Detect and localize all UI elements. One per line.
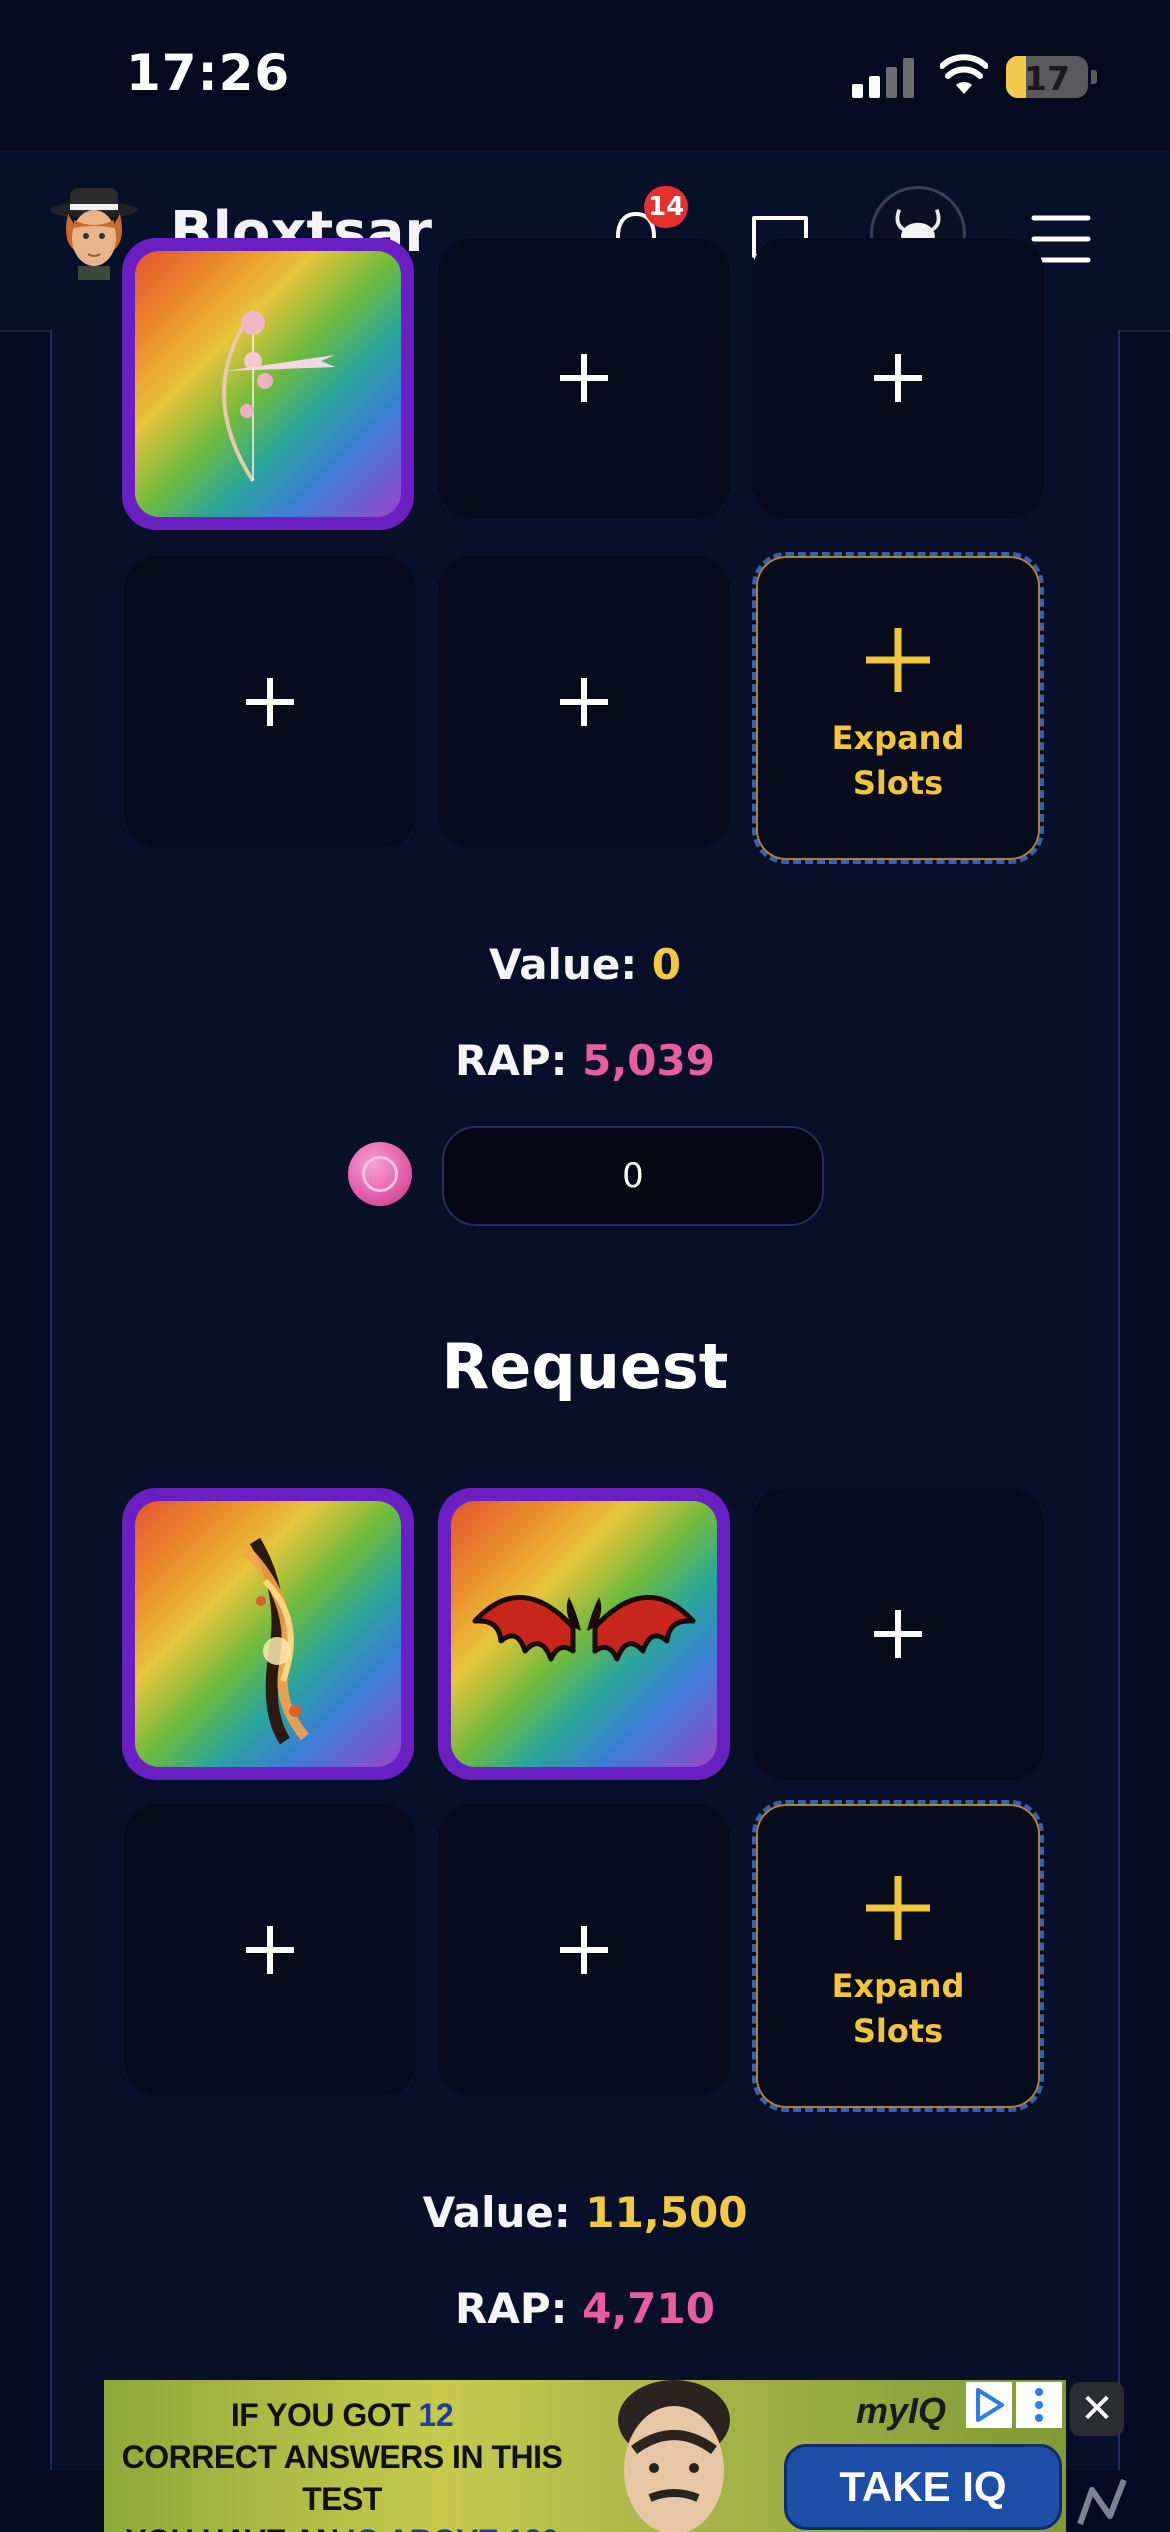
notification-badge: 14 xyxy=(644,186,689,228)
ad-cta-button[interactable]: TAKE IQ TEST xyxy=(784,2444,1062,2530)
offer-rap-line: RAP: 5,039 xyxy=(0,1036,1170,1085)
offer-empty-slot[interactable] xyxy=(438,238,730,518)
rap-label: RAP: xyxy=(455,2284,568,2333)
plus-icon xyxy=(560,1926,608,1974)
plus-icon xyxy=(874,1610,922,1658)
expand-slots-label: Expand Slots xyxy=(831,719,965,802)
status-time: 17:26 xyxy=(126,44,291,102)
plus-icon xyxy=(246,678,294,726)
wifi-icon xyxy=(940,54,988,94)
expand-slots-label: Expand Slots xyxy=(831,1967,965,2050)
plus-icon xyxy=(866,628,930,692)
offer-expand-slots-button[interactable]: Expand Slots xyxy=(752,552,1044,864)
offer-value: 0 xyxy=(651,940,681,989)
request-expand-slots-button[interactable]: Expand Slots xyxy=(752,1800,1044,2112)
plus-icon xyxy=(560,678,608,726)
offer-empty-slot[interactable] xyxy=(752,238,1044,518)
ad-choices-icon[interactable] xyxy=(966,2382,1012,2428)
value-label: Value: xyxy=(422,2188,571,2237)
offer-value-line: Value: 0 xyxy=(0,940,1170,989)
ad-portrait-image xyxy=(618,2380,730,2532)
ad-brand: myIQ xyxy=(856,2390,947,2431)
battery-icon: 17 xyxy=(1006,56,1088,98)
ad-headline: IF YOU GOT 12 CORRECT ANSWERS IN THIS TE… xyxy=(121,2397,563,2532)
plus-icon xyxy=(246,1926,294,1974)
rap-label: RAP: xyxy=(455,1036,568,1085)
plus-icon xyxy=(874,354,922,402)
gem-amount-input[interactable] xyxy=(442,1126,824,1226)
demon-wings-item-icon xyxy=(472,1595,696,1662)
cellular-signal-icon xyxy=(852,58,916,98)
offer-empty-slot[interactable] xyxy=(124,556,416,848)
request-empty-slot[interactable] xyxy=(752,1488,1044,1780)
request-rap: 4,710 xyxy=(582,2284,715,2333)
offer-rap: 5,039 xyxy=(582,1036,715,1085)
corner-logo-icon xyxy=(1077,2478,1127,2525)
gem-currency-icon xyxy=(348,1142,412,1206)
request-value: 11,500 xyxy=(585,2188,748,2237)
request-item-slot[interactable] xyxy=(438,1488,730,1780)
status-bar: 17:26 17 xyxy=(0,0,1170,150)
close-icon[interactable]: ✕ xyxy=(1070,2382,1124,2436)
request-rap-line: RAP: 4,710 xyxy=(0,2284,1170,2333)
value-label: Value: xyxy=(489,940,638,989)
battery-level: 17 xyxy=(1024,59,1070,98)
plus-icon xyxy=(560,354,608,402)
offer-empty-slot[interactable] xyxy=(438,556,730,848)
offer-item-slot[interactable] xyxy=(122,238,414,530)
ad-banner[interactable]: IF YOU GOT 12 CORRECT ANSWERS IN THIS TE… xyxy=(104,2380,1066,2532)
request-item-slot[interactable] xyxy=(122,1488,414,1780)
request-empty-slot[interactable] xyxy=(438,1804,730,2096)
request-value-line: Value: 11,500 xyxy=(0,2188,1170,2237)
ad-more-icon[interactable] xyxy=(1016,2382,1062,2428)
request-title: Request xyxy=(441,1330,729,1403)
plus-icon xyxy=(866,1876,930,1940)
request-empty-slot[interactable] xyxy=(124,1804,416,2096)
bow-item-icon xyxy=(222,309,335,483)
flame-sword-item-icon xyxy=(243,1537,309,1745)
